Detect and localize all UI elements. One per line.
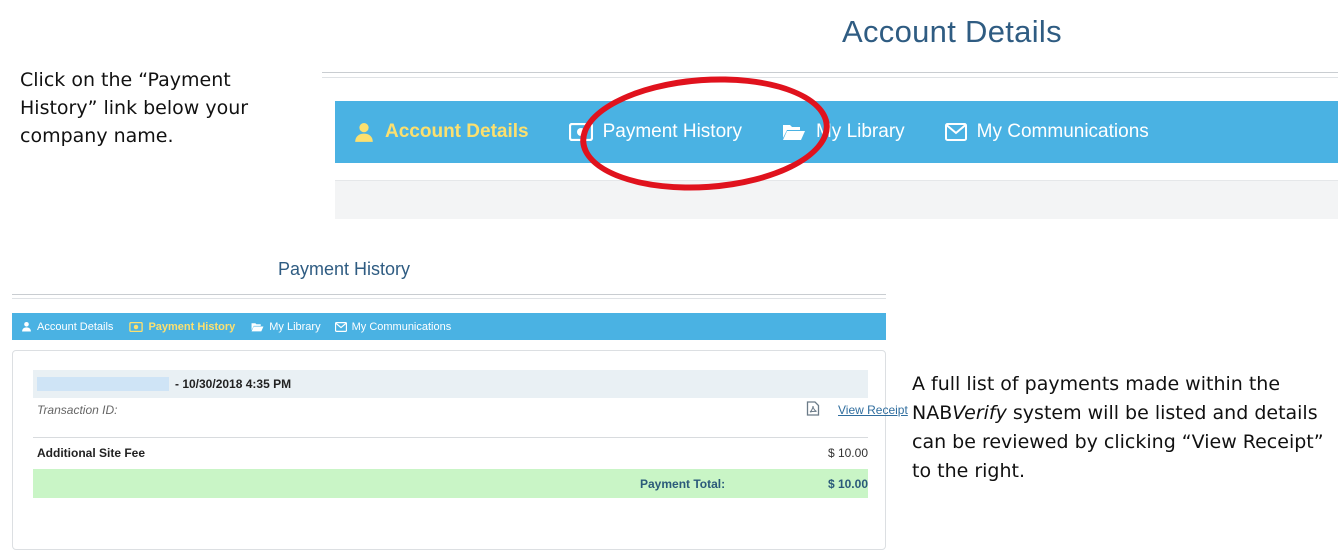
nav-label: Account Details xyxy=(37,320,114,333)
nav-account-details[interactable]: Account Details xyxy=(21,321,113,333)
envelope-icon xyxy=(334,321,347,332)
line-item-description: Additional Site Fee xyxy=(37,446,146,460)
user-icon xyxy=(353,121,375,143)
user-icon xyxy=(21,321,32,332)
payment-total-label: Payment Total: xyxy=(640,477,726,491)
zoomed-nav-label: My Communications xyxy=(976,121,1149,142)
nav-my-library[interactable]: My Library xyxy=(251,320,321,333)
nav-payment-history[interactable]: Payment History xyxy=(129,321,235,333)
page-title: Payment History xyxy=(278,259,411,279)
envelope-icon xyxy=(944,123,967,141)
line-item-amount: $ 10.00 xyxy=(827,446,868,460)
nav-label: Payment History xyxy=(148,320,236,333)
payment-total-amount: $ 10.00 xyxy=(827,477,868,491)
redacted-company-name xyxy=(37,377,169,391)
zoomed-divider xyxy=(322,77,1338,78)
zoomed-content-panel xyxy=(335,180,1338,219)
folder-open-icon xyxy=(251,322,264,332)
line-item-divider xyxy=(33,437,868,438)
zoomed-nav-bar: Account Details Payment History My Libra… xyxy=(335,101,1338,163)
nav-label: My Communications xyxy=(351,320,452,333)
nav-bar: Account Details Payment History My Libra… xyxy=(12,313,886,340)
title-divider xyxy=(12,298,886,299)
payment-total-row xyxy=(33,469,868,498)
instruction-bottom: A full list of payments made within the … xyxy=(912,370,1332,486)
instruction-top: Click on the “Payment History” link belo… xyxy=(20,69,249,147)
pdf-icon[interactable] xyxy=(806,401,820,421)
view-receipt-link[interactable]: View Receipt xyxy=(838,403,908,417)
transaction-header: - 10/30/2018 4:35 PM xyxy=(33,370,868,398)
zoomed-nav-label: Account Details xyxy=(385,121,529,142)
zoomed-nav-account-details[interactable]: Account Details xyxy=(353,121,529,143)
transaction-id-label: Transaction ID: xyxy=(37,403,118,417)
nav-my-communications[interactable]: My Communications xyxy=(334,320,452,333)
transaction-datetime: - 10/30/2018 4:35 PM xyxy=(175,377,292,391)
zoomed-nav-my-communications[interactable]: My Communications xyxy=(944,121,1149,143)
nav-label: My Library xyxy=(269,320,321,333)
zoomed-page-title: Account Details xyxy=(842,14,1062,49)
title-divider xyxy=(12,294,886,295)
instruction-bottom-brand: Verify xyxy=(952,402,1007,424)
zoomed-divider xyxy=(322,72,1338,73)
money-icon xyxy=(129,321,144,332)
